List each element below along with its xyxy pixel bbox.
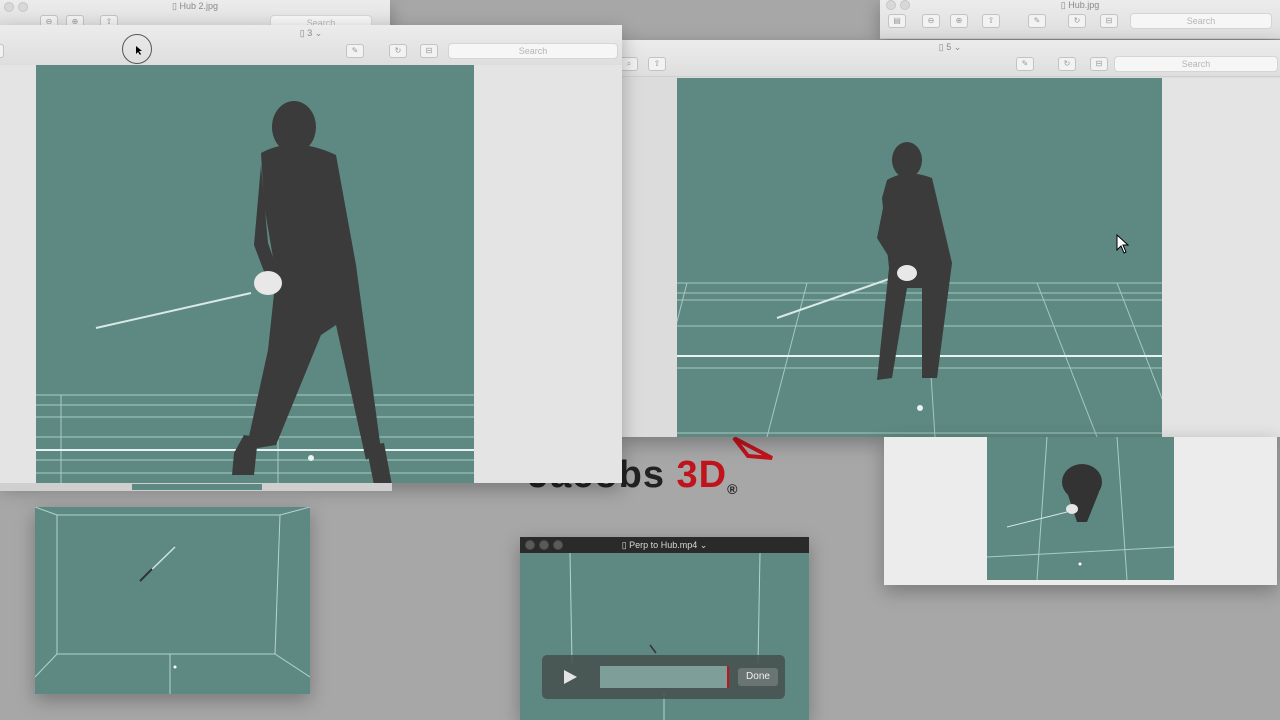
rotate-icon[interactable]: ↻ [1068,14,1086,28]
golfer-side-render [677,142,1162,437]
sidebar-toggle-icon[interactable]: ▯ [0,44,4,58]
hub-title: Hub.jpg [1068,0,1100,10]
thumbnail-window[interactable] [884,437,1277,585]
thumbnail-top-view-image [987,437,1174,580]
golfer-front-image [36,65,474,483]
play-icon[interactable] [562,669,578,685]
logo-red-triangle-icon [732,436,773,460]
preview3-sidebar-right [474,65,622,483]
preview3-titlebar[interactable]: ▯ ▯ 3 ⌄ ✎ ↻ ⊟ Search [0,25,622,66]
preview5-window[interactable]: ▯ 5 ⌄ ⌕ ⇧ ✎ ↻ ⊟ Search [620,40,1280,437]
perspective-view-window[interactable] [34,506,311,694]
zoom-in-icon[interactable]: ⊕ [950,14,968,28]
markup-pen-icon[interactable]: ✎ [1016,57,1034,71]
logo-text-3d: 3D [676,454,728,496]
preview3-window[interactable]: ▯ ▯ 3 ⌄ ✎ ↻ ⊟ Search [0,25,622,483]
markup-pen-icon[interactable]: ✎ [346,44,364,58]
search-icon[interactable]: ⌕ [620,57,638,71]
rotate-icon[interactable]: ↻ [389,44,407,58]
hub-titlebar[interactable]: ▯ Hub.jpg ▤ ⊖ ⊕ ⇧ ✎ ↻ ⊟ Search [880,0,1280,39]
thumbnail-render [987,437,1174,580]
golfer-side-image [677,78,1162,437]
done-button[interactable]: Done [738,668,778,686]
share-icon[interactable]: ⇧ [982,14,1000,28]
mouse-cursor-icon [1116,234,1130,254]
preview5-search-input[interactable]: Search [1114,56,1278,72]
sidebar-toggle-icon[interactable]: ▤ [888,14,906,28]
preview5-sidebar-right [1162,78,1280,437]
preview3-sidebar-left [0,65,36,483]
video-titlebar[interactable]: ▯ Perp to Hub.mp4 ⌄ [520,537,809,553]
scrollbar-thumb[interactable] [132,484,262,490]
horizontal-scrollbar[interactable] [0,483,392,491]
hub-search-input[interactable]: Search [1130,13,1272,29]
preview3-search-input[interactable]: Search [448,43,618,59]
video-title: Perp to Hub.mp4 [629,540,698,550]
rotate-icon[interactable]: ↻ [1058,57,1076,71]
toolbox-icon[interactable]: ⊟ [420,44,438,58]
zoom-out-icon[interactable]: ⊖ [922,14,940,28]
markup-pen-icon[interactable]: ✎ [1028,14,1046,28]
share-icon[interactable]: ⇧ [648,57,666,71]
preview5-page-indicator: 5 [946,42,952,52]
video-controls-bar: Done [542,655,785,699]
preview5-titlebar[interactable]: ▯ 5 ⌄ ⌕ ⇧ ✎ ↻ ⊟ Search [620,40,1280,77]
video-player-window[interactable]: ▯ Perp to Hub.mp4 ⌄ Done [520,537,809,720]
golfer-front-render [36,101,474,483]
perspective-view-render [34,506,311,694]
mouse-cursor-icon [136,46,142,55]
logo-registered: ® [727,481,739,497]
hub-window[interactable]: ▯ Hub.jpg ▤ ⊖ ⊕ ⇧ ✎ ↻ ⊟ Search [880,0,1280,39]
preview3-page-indicator: 3 [307,28,313,38]
toolbox-icon[interactable]: ⊟ [1090,57,1108,71]
toolbox-icon[interactable]: ⊟ [1100,14,1118,28]
video-trim-track[interactable] [600,666,729,688]
hub2-title: Hub 2.jpg [179,1,218,11]
